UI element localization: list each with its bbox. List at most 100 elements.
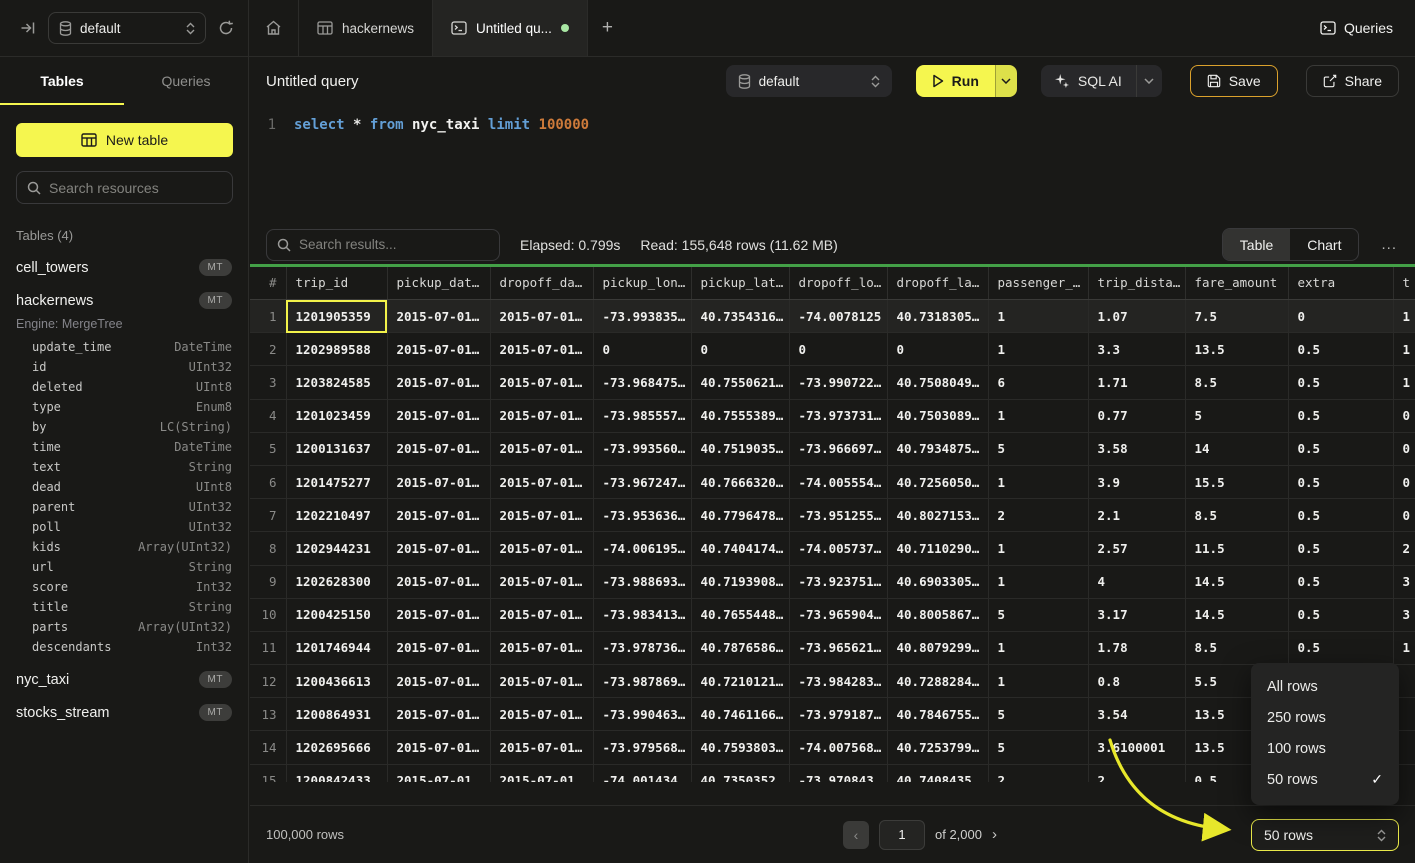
header-cell[interactable]: # [250,267,286,300]
table-cell[interactable]: -73.923751… [789,565,887,598]
table-cell[interactable]: 15.5 [1185,465,1288,498]
table-cell[interactable]: 1 [988,565,1088,598]
table-cell[interactable]: 0.5 [1288,565,1393,598]
table-cell[interactable]: 14.5 [1185,565,1288,598]
table-cell[interactable]: 1202628300 [286,565,387,598]
table-cell[interactable]: 40.7354316… [691,300,789,333]
table-cell[interactable]: 2015-07-01… [490,565,593,598]
table-cell[interactable]: 2 [1088,764,1185,781]
table-cell[interactable]: 0.5 [1288,432,1393,465]
table-cell[interactable]: 1 [988,333,1088,366]
table-cell[interactable]: -73.970843… [789,764,887,781]
header-cell[interactable]: pickup_lat… [691,267,789,300]
table-cell[interactable]: -73.985557… [593,399,691,432]
table-cell[interactable]: -73.984283… [789,665,887,698]
sidebar-tab-queries[interactable]: Queries [124,57,248,105]
table-cell[interactable]: -73.979187… [789,698,887,731]
table-cell[interactable]: -74.006195… [593,532,691,565]
sidebar-table-hackernews[interactable]: hackernews MT [16,284,232,317]
table-cell[interactable]: 40.7796478… [691,499,789,532]
sql-editor[interactable]: 1 select * from nyc_taxi limit 100000 [250,105,1415,225]
table-cell[interactable]: 40.7408435… [887,764,988,781]
table-cell[interactable]: 40.7110290… [887,532,988,565]
sidebar-table-nyc-taxi[interactable]: nyc_taxi MT [16,663,232,696]
table-cell[interactable]: 0 [1393,432,1415,465]
table-cell[interactable]: 40.7934875… [887,432,988,465]
view-toggle-table[interactable]: Table [1223,229,1290,260]
next-page-button[interactable]: › [992,826,997,843]
table-cell[interactable]: 1202989588 [286,333,387,366]
table-cell[interactable]: 1 [988,665,1088,698]
table-cell[interactable]: -74.005737… [789,532,887,565]
table-cell[interactable]: 2015-07-01… [490,631,593,664]
table-cell[interactable]: 2015-07-01… [387,300,490,333]
table-cell[interactable]: 5 [988,731,1088,764]
table-cell[interactable]: 2015-07-01… [490,333,593,366]
table-cell[interactable]: 2015-07-01… [387,665,490,698]
table-cell[interactable]: 2015-07-01… [387,532,490,565]
table-cell[interactable]: 0.5 [1288,499,1393,532]
tab-hackernews[interactable]: hackernews [299,0,433,56]
table-cell[interactable]: 1202944231 [286,532,387,565]
new-tab-button[interactable]: + [588,0,627,56]
page-size-option[interactable]: 50 rows✓ [1251,764,1399,795]
table-cell[interactable]: -73.987869… [593,665,691,698]
row-number-cell[interactable]: 8 [250,532,286,565]
tab-home[interactable] [249,0,299,56]
table-cell[interactable]: 40.6903305… [887,565,988,598]
share-button[interactable]: Share [1306,65,1399,97]
header-cell[interactable]: passenger_… [988,267,1088,300]
table-cell[interactable]: 8.5 [1185,631,1288,664]
table-cell[interactable]: 40.8079299… [887,631,988,664]
table-cell[interactable]: 2015-07-01… [490,432,593,465]
table-cell[interactable]: 2015-07-01… [387,698,490,731]
table-cell[interactable]: -73.978736… [593,631,691,664]
run-options-button[interactable] [995,65,1017,97]
table-cell[interactable]: 1.78 [1088,631,1185,664]
table-cell[interactable]: -73.953636… [593,499,691,532]
table-cell[interactable]: 1 [988,300,1088,333]
row-number-cell[interactable]: 9 [250,565,286,598]
table-cell[interactable]: 2015-07-01… [387,333,490,366]
table-cell[interactable]: 14 [1185,432,1288,465]
table-cell[interactable]: 7.5 [1185,300,1288,333]
page-size-option[interactable]: All rows [1251,671,1399,702]
collapse-sidebar-icon[interactable] [20,20,36,36]
query-database-select[interactable]: default [726,65,892,97]
table-cell[interactable]: 0 [1288,300,1393,333]
table-cell[interactable]: 0.5 [1288,598,1393,631]
table-cell[interactable]: 0.5 [1288,333,1393,366]
table-cell[interactable]: 40.8005867… [887,598,988,631]
table-cell[interactable]: 40.7256050… [887,465,988,498]
table-cell[interactable]: 2015-07-01… [490,532,593,565]
new-table-button[interactable]: New table [16,123,233,157]
header-cell[interactable]: dropoff_da… [490,267,593,300]
table-cell[interactable]: 1202210497 [286,499,387,532]
table-cell[interactable]: 2015-07-01… [387,631,490,664]
header-cell[interactable]: pickup_dat… [387,267,490,300]
table-cell[interactable]: 2015-07-01… [387,764,490,781]
prev-page-button[interactable]: ‹ [843,821,869,849]
table-cell[interactable]: 2015-07-01… [387,366,490,399]
table-cell[interactable]: 4 [1088,565,1185,598]
table-cell[interactable]: 40.7846755… [887,698,988,731]
table-cell[interactable]: 40.7193908… [691,565,789,598]
table-cell[interactable]: 5 [988,432,1088,465]
table-cell[interactable]: 3.9 [1088,465,1185,498]
table-cell[interactable]: 1 [1393,366,1415,399]
table-cell[interactable]: 40.7210121… [691,665,789,698]
table-cell[interactable]: 40.7593803… [691,731,789,764]
table-cell[interactable]: 40.7318305… [887,300,988,333]
page-size-select[interactable]: 50 rows [1251,819,1399,851]
table-cell[interactable]: 1200131637 [286,432,387,465]
table-cell[interactable]: 8.5 [1185,366,1288,399]
header-cell[interactable]: trip_dista… [1088,267,1185,300]
table-cell[interactable]: 0.8 [1088,665,1185,698]
header-cell[interactable]: fare_amount [1185,267,1288,300]
table-cell[interactable]: 0 [789,333,887,366]
table-cell[interactable]: 40.7350352… [691,764,789,781]
table-cell[interactable]: 40.7666320… [691,465,789,498]
table-cell[interactable]: 3.17 [1088,598,1185,631]
run-button[interactable]: Run [916,65,995,97]
table-cell[interactable]: 0.5 [1288,399,1393,432]
